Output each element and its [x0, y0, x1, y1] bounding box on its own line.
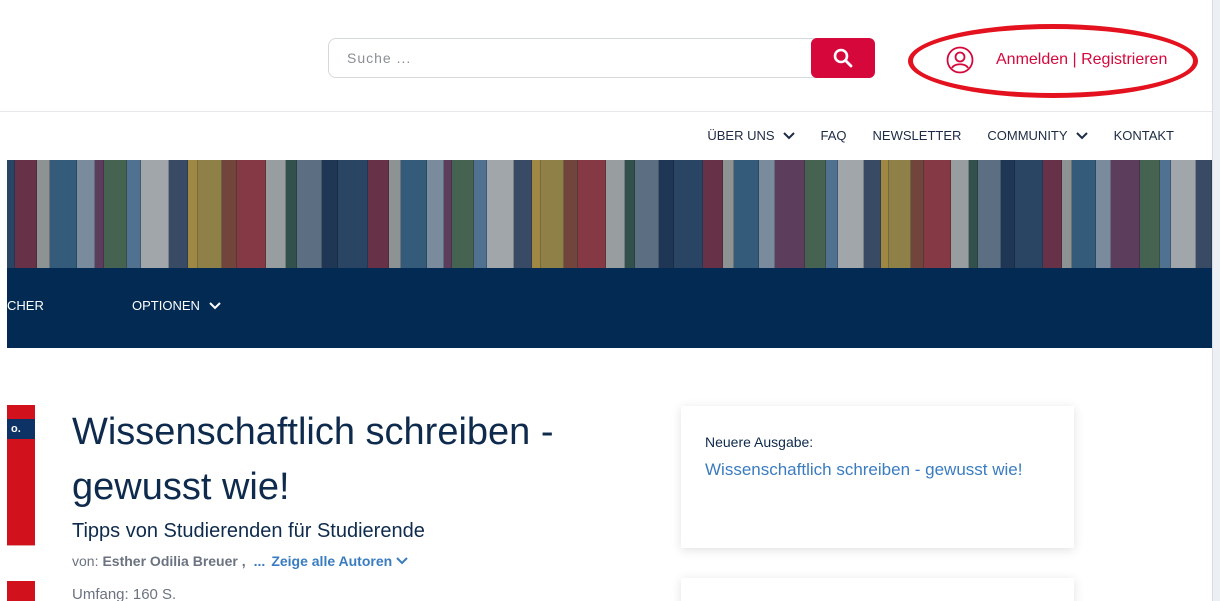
show-all-authors-link[interactable]: Zeige alle Autoren [271, 553, 408, 569]
main-nav-item-buecher[interactable]: CHER [7, 298, 44, 313]
user-circle-icon [946, 46, 974, 74]
nav-item-label: NEWSLETTER [872, 128, 962, 143]
search-icon [833, 48, 853, 68]
scrollbar-track[interactable] [1212, 0, 1220, 601]
secondary-nav: ÜBER UNS FAQ NEWSLETTER COMMUNITY KONTAK… [681, 128, 1174, 143]
main-nav-item-optionen[interactable]: OPTIONEN [132, 298, 221, 313]
nav-item-ueber-uns[interactable]: ÜBER UNS [707, 128, 795, 143]
nav-item-label: COMMUNITY [987, 128, 1068, 143]
authors-line: von: Esther Odilia Breuer , ... Zeige al… [72, 553, 408, 569]
nav-item-label: ÜBER UNS [707, 128, 775, 143]
page: Anmelden | Registrieren ÜBER UNS FAQ NEW… [0, 0, 1220, 601]
chevron-down-icon [209, 301, 221, 309]
login-register-label: Anmelden | Registrieren [996, 51, 1168, 68]
author-name: Esther Odilia Breuer , [102, 553, 246, 569]
nav-item-kontakt[interactable]: KONTAKT [1114, 128, 1174, 143]
product-extent: Umfang: 160 S. [72, 586, 177, 601]
newer-edition-card: Neuere Ausgabe: Wissenschaftlich schreib… [681, 406, 1074, 548]
chevron-down-icon [782, 131, 795, 139]
header-divider [0, 111, 1212, 112]
book-cover-band [7, 545, 35, 581]
newer-edition-link[interactable]: Wissenschaftlich schreiben - gewusst wie… [705, 456, 1050, 483]
search-bar [328, 38, 875, 78]
main-nav: CHER OPTIONEN [7, 268, 1212, 348]
product-title: Wissenschaftlich schreiben - gewusst wie… [72, 411, 554, 508]
authors-ellipsis: ... [253, 553, 266, 569]
nav-item-faq[interactable]: FAQ [821, 128, 847, 143]
search-input[interactable] [328, 38, 838, 78]
banner-overlay [7, 160, 1212, 268]
nav-item-label: KONTAKT [1113, 128, 1174, 143]
book-cover-image: o. [7, 405, 35, 601]
nav-item-community[interactable]: COMMUNITY [987, 128, 1088, 143]
chevron-down-icon [396, 557, 408, 565]
search-button[interactable] [811, 38, 875, 78]
show-all-authors-label: Zeige alle Autoren [271, 553, 393, 569]
product-subtitle: Tipps von Studierenden für Studierende [72, 520, 425, 542]
authors-prefix: von: [72, 553, 99, 569]
nav-item-newsletter[interactable]: NEWSLETTER [873, 128, 962, 143]
main-nav-label: CHER [7, 298, 44, 313]
bookshelf-banner [7, 160, 1212, 268]
nav-item-label: FAQ [820, 128, 847, 143]
main-nav-label: OPTIONEN [132, 298, 200, 313]
book-cover-badge: o. [7, 419, 35, 439]
newer-edition-label: Neuere Ausgabe: [705, 434, 814, 450]
chevron-down-icon [1075, 131, 1088, 139]
secondary-card [681, 578, 1074, 601]
login-register-link[interactable]: Anmelden | Registrieren [946, 42, 1167, 78]
